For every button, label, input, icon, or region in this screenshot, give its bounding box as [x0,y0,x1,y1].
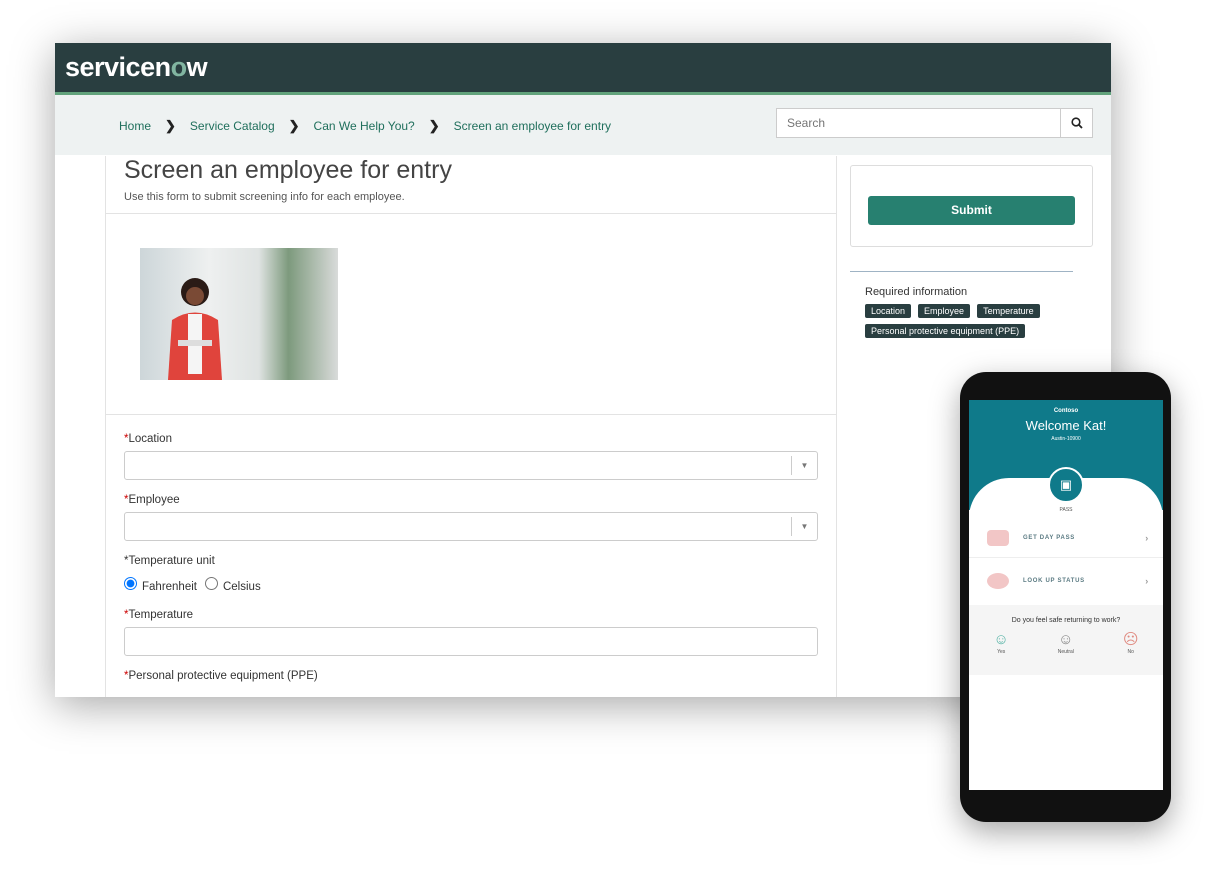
breadcrumb-help[interactable]: Can We Help You? [314,119,415,133]
submit-button[interactable]: Submit [868,196,1075,225]
temperature-label: Temperature [128,609,194,621]
look-up-status-row[interactable]: LOOK UP STATUS › [969,561,1163,601]
answer-neutral[interactable]: ☺ Neutral [1058,632,1074,655]
search-box [776,108,1093,138]
form-panel: Screen an employee for entry Use this fo… [105,156,837,697]
ppe-label: Personal protective equipment (PPE) [128,670,318,682]
location-label: Location [128,433,172,445]
get-day-pass-row[interactable]: GET DAY PASS › [969,518,1163,558]
magnifier-icon [987,573,1009,589]
page-title: Screen an employee for entry [124,156,452,184]
employee-label: Employee [128,494,180,506]
search-icon [1070,117,1083,129]
answer-yes[interactable]: ☺ Yes [993,632,1008,655]
dropdown-arrow-icon: ▼ [791,517,817,536]
breadcrumb-service-catalog[interactable]: Service Catalog [190,119,275,133]
welcome-text: Welcome Kat! [1025,418,1107,433]
employee-photo [140,248,338,380]
breadcrumb: Home ❯ Service Catalog ❯ Can We Help You? ❯… [119,118,611,134]
breadcrumb-current[interactable]: Screen an employee for entry [454,119,611,133]
top-header: servicenow [55,43,1111,95]
chevron-right-icon: › [1145,576,1149,586]
smile-icon: ☺ [993,631,1009,648]
required-info-label: Required information [865,286,968,298]
servicenow-logo[interactable]: servicenow [65,52,208,83]
sidebar: Submit Required information Location Emp… [850,165,1093,352]
survey-question: Do you feel safe returning to work? [1011,617,1121,624]
dropdown-arrow-icon: ▼ [791,456,817,475]
location-text: Austin-10900 [1051,436,1081,442]
pass-icon[interactable]: ▣ [1048,467,1084,503]
frown-icon: ☹ [1122,631,1139,648]
chevron-right-icon: › [1145,532,1149,543]
temperature-unit-label: Temperature unit [128,555,215,567]
location-select[interactable]: ▼ [124,451,818,480]
temperature-input[interactable] [124,627,818,656]
chevron-right-icon: ❯ [165,118,176,133]
chevron-right-icon: ❯ [428,118,440,133]
browser-window: servicenow Home ❯ Service Catalog ❯ Can We… [55,43,1111,697]
search-input[interactable] [777,109,1060,137]
employee-select[interactable]: ▼ [124,512,818,541]
person-image [168,278,222,380]
breadcrumb-home[interactable]: Home [119,119,151,133]
tag-temperature[interactable]: Temperature [977,304,1040,318]
radio-celsius[interactable]: Celsius [204,577,261,593]
tag-location[interactable]: Location [865,304,912,318]
breadcrumb-bar: Home ❯ Service Catalog ❯ Can We Help You? ❯… [55,95,1111,155]
phone-screen: Contoso Welcome Kat! Austin-10900 ▣ PASS… [969,400,1163,790]
tag-ppe[interactable]: Personal protective equipment (PPE) [865,324,1026,338]
search-button[interactable] [1060,109,1092,137]
org-name: Contoso [1053,408,1079,414]
tag-employee[interactable]: Employee [918,304,971,318]
radio-fahrenheit[interactable]: Fahrenheit [124,577,197,593]
page-subtitle: Use this form to submit screening info f… [124,191,405,203]
answer-no[interactable]: ☹ No [1123,632,1139,655]
chevron-right-icon: ❯ [288,118,300,133]
survey: Do you feel safe returning to work? ☺ Yes… [969,605,1163,675]
badge-icon [987,529,1009,546]
neutral-face-icon: ☺ [1058,631,1074,648]
phone-mockup: Contoso Welcome Kat! Austin-10900 ▣ PASS… [960,372,1171,822]
pass-label: PASS [1059,507,1073,513]
